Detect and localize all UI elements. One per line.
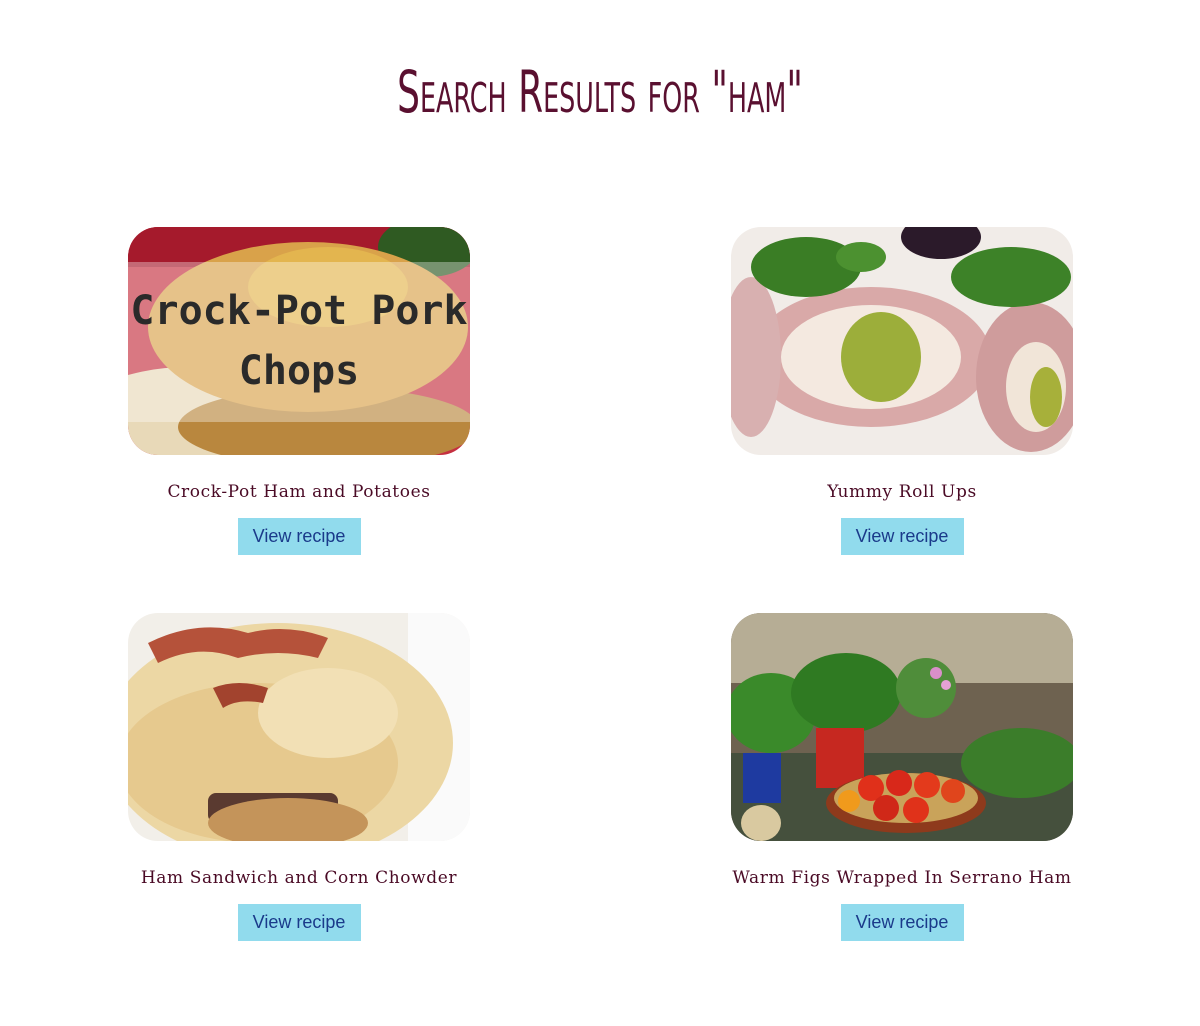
page-title: Search Results for "ham" <box>397 58 803 126</box>
view-recipe-button[interactable]: View recipe <box>840 518 964 555</box>
recipe-card: Warm Figs Wrapped In Serrano Ham View re… <box>730 613 1074 941</box>
image-caption-line-2: Chops <box>239 348 359 394</box>
recipe-card: Crock-Pot Pork Chops Crock-Pot Ham and P… <box>127 227 471 555</box>
recipe-image[interactable] <box>731 227 1073 455</box>
recipe-title: Crock-Pot Ham and Potatoes <box>167 482 431 502</box>
recipe-title: Yummy Roll Ups <box>827 482 977 502</box>
recipe-card: Yummy Roll Ups View recipe <box>730 227 1074 555</box>
recipe-title: Ham Sandwich and Corn Chowder <box>140 868 458 888</box>
view-recipe-button[interactable]: View recipe <box>840 904 964 941</box>
recipe-image[interactable] <box>731 613 1073 841</box>
view-recipe-button[interactable]: View recipe <box>237 904 361 941</box>
recipe-image[interactable]: Crock-Pot Pork Chops <box>128 227 470 455</box>
image-caption-line-1: Crock-Pot Pork <box>130 288 467 334</box>
view-recipe-button[interactable]: View recipe <box>237 518 361 555</box>
recipe-title: Warm Figs Wrapped In Serrano Ham <box>732 868 1072 888</box>
recipe-card: Ham Sandwich and Corn Chowder View recip… <box>127 613 471 941</box>
recipe-image[interactable] <box>128 613 470 841</box>
